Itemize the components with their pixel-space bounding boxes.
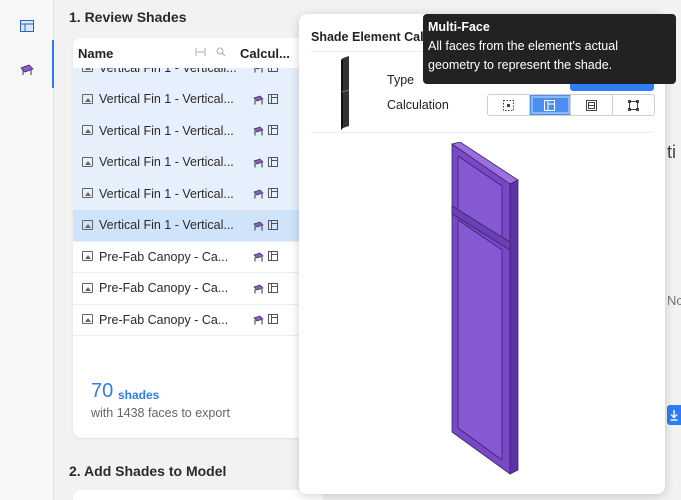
row-name: Pre-Fab Canopy - Ca... — [99, 249, 229, 264]
table-row[interactable]: Vertical Fin 1 - Vertical... — [73, 209, 323, 242]
row-name: Vertical Fin 1 - Verticall... — [99, 68, 237, 75]
shade-icon — [253, 283, 264, 293]
active-indicator — [52, 40, 54, 88]
right-text-fragment: Nc — [667, 293, 681, 308]
grid-layout-icon[interactable] — [17, 16, 37, 36]
table-row[interactable]: Vertical Fin 1 - Vertical... — [73, 146, 323, 179]
image-icon — [82, 68, 93, 72]
col-name-header[interactable]: Name — [78, 46, 113, 61]
image-icon — [82, 251, 93, 261]
image-icon — [82, 93, 93, 104]
tooltip-body: All faces from the element's actual geom… — [428, 39, 618, 72]
image-icon — [82, 219, 93, 230]
multi-face-icon[interactable] — [268, 188, 278, 198]
shade-count: 70 — [91, 380, 114, 402]
row-name: Pre-Fab Canopy - Ca... — [99, 312, 229, 327]
row-name: Vertical Fin 1 - Vertical... — [99, 123, 234, 138]
image-icon — [82, 188, 93, 198]
shade-icon — [253, 251, 264, 262]
shade-icon — [253, 94, 264, 104]
add-shades-title: 2. Add Shades to Model — [69, 463, 227, 479]
shade-icon — [253, 157, 264, 167]
element-thumbnail — [339, 56, 353, 135]
multi-face-icon[interactable] — [268, 125, 278, 135]
image-icon — [82, 314, 93, 324]
shade-icon — [253, 314, 264, 325]
table-row[interactable]: Vertical Fin 1 - Vertical... — [73, 83, 323, 116]
table-header: Name Calcul... — [73, 38, 323, 68]
shade-icon — [253, 220, 264, 230]
calc-option-multi-face-icon[interactable] — [529, 95, 571, 115]
row-name: Vertical Fin 1 - Vertical... — [99, 218, 234, 232]
download-icon[interactable] — [667, 405, 681, 425]
left-rail — [0, 0, 54, 500]
image-icon — [82, 156, 93, 167]
search-icon[interactable] — [216, 47, 226, 60]
col-calc-header[interactable]: Calcul... — [240, 46, 290, 61]
multi-face-icon[interactable] — [268, 314, 278, 324]
shade-icon — [253, 125, 264, 136]
multi-face-icon[interactable] — [268, 68, 278, 72]
multi-face-icon[interactable] — [268, 219, 278, 230]
image-icon — [82, 282, 93, 293]
multi-face-icon[interactable] — [268, 93, 278, 104]
row-name: Vertical Fin 1 - Vertical... — [99, 155, 234, 169]
shade-calculation-popover: Shade Element Calculation Type Calculati… — [299, 14, 665, 494]
table-row[interactable]: Pre-Fab Canopy - Ca... — [73, 273, 323, 305]
header-tools — [195, 47, 226, 60]
row-name: Vertical Fin 1 - Vertical... — [99, 92, 234, 106]
shade-icon — [253, 188, 264, 199]
multi-face-icon[interactable] — [268, 251, 278, 261]
multi-face-tooltip: Multi-Face All faces from the element's … — [423, 14, 676, 84]
review-shades-title: 1. Review Shades — [69, 9, 187, 25]
shade-count-unit: shades — [118, 388, 160, 402]
faces-export-text: with 1438 faces to export — [91, 406, 230, 420]
table-row[interactable]: Vertical Fin 1 - Vertical... — [73, 178, 323, 210]
shade-icon[interactable] — [17, 60, 37, 80]
table-row[interactable]: Pre-Fab Canopy - Ca... — [73, 304, 323, 336]
shades-table-card: Name Calcul... Vertical Fin 1 - Vertical… — [73, 38, 323, 438]
table-body: Vertical Fin 1 - Verticall... Vertical Fi… — [73, 68, 323, 368]
image-icon — [82, 125, 93, 135]
row-name: Pre-Fab Canopy - Ca... — [99, 281, 229, 295]
calc-option-single-face-icon[interactable] — [571, 95, 613, 115]
multi-face-icon[interactable] — [268, 282, 278, 293]
add-shades-card — [73, 490, 323, 500]
tooltip-title: Multi-Face — [428, 20, 490, 34]
calculation-label: Calculation — [387, 98, 449, 112]
calculation-toggle-group — [487, 94, 655, 116]
table-row[interactable]: Vertical Fin 1 - Verticall... — [73, 68, 323, 84]
right-heading-fragment: ti — [667, 142, 676, 162]
resize-column-icon[interactable] — [195, 47, 206, 60]
table-row[interactable]: Pre-Fab Canopy - Ca... — [73, 241, 323, 273]
type-label: Type — [387, 73, 415, 87]
multi-face-icon[interactable] — [268, 156, 278, 167]
calc-option-bounding-icon[interactable] — [488, 95, 530, 115]
calc-option-corners-icon[interactable] — [613, 95, 654, 115]
shade-3d-preview[interactable] — [444, 141, 524, 482]
row-name: Vertical Fin 1 - Vertical... — [99, 186, 234, 201]
shade-icon — [253, 68, 264, 73]
table-row[interactable]: Vertical Fin 1 - Vertical... — [73, 115, 323, 147]
divider — [311, 132, 653, 133]
